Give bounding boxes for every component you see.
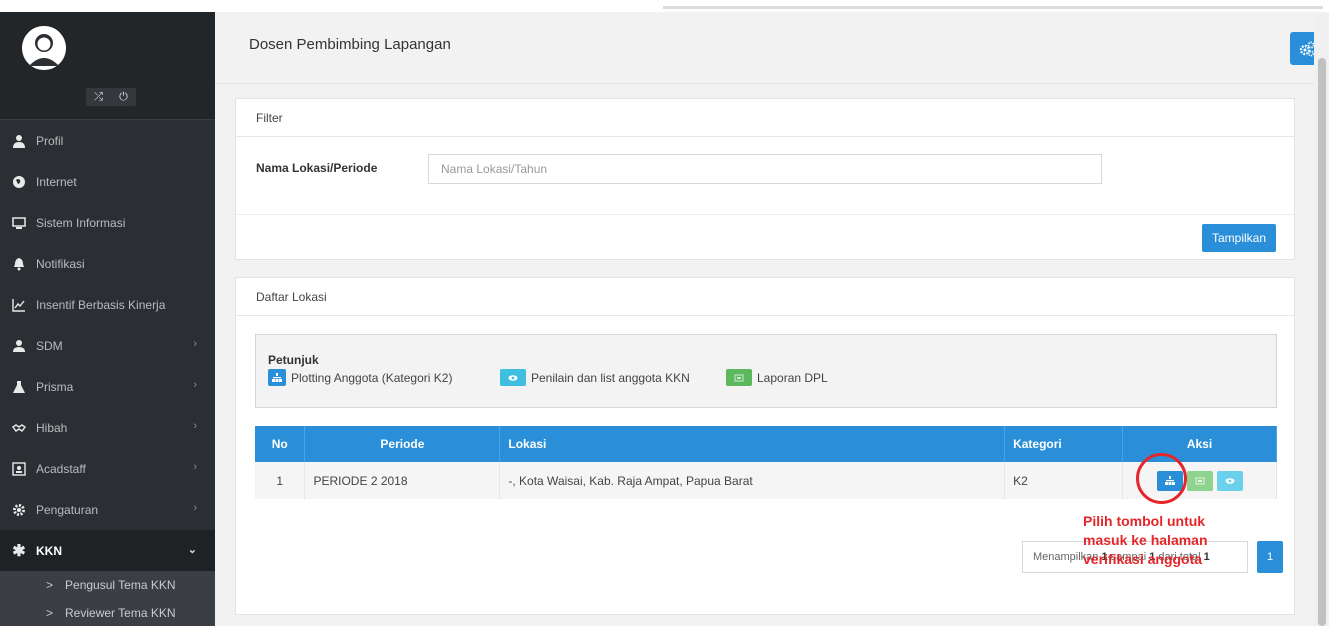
sidebar-subitem-pengusul[interactable]: > Pengusul Tema KKN [0, 571, 215, 599]
page-title: Dosen Pembimbing Lapangan [249, 36, 451, 53]
chevron-right-icon: › [193, 502, 197, 514]
user-icon [10, 337, 28, 355]
sidebar-item-label: Pengaturan [36, 502, 99, 517]
sitemap-icon [268, 369, 286, 386]
sidebar-item-label: Acadstaff [36, 461, 86, 476]
profile-tools: ⤮ ⏻ [86, 88, 136, 106]
legend-label: Laporan DPL [757, 370, 828, 385]
daftar-lokasi-title: Daftar Lokasi [236, 278, 1294, 316]
column-header-periode: Periode [304, 426, 501, 462]
laporan-dpl-button[interactable] [1186, 470, 1213, 491]
page-header: Dosen Pembimbing Lapangan [215, 12, 1324, 84]
globe-icon [10, 173, 28, 191]
sidebar-item-label: Sistem Informasi [36, 215, 126, 230]
sidebar-subitem-label: Reviewer Tema KKN [65, 606, 176, 620]
sidebar-item-kkn[interactable]: ✱ KKN ⌄ [0, 530, 215, 571]
sidebar-item-acadstaff[interactable]: Acadstaff › [0, 448, 215, 489]
angle-right-icon: > [46, 606, 54, 620]
line-chart-icon [10, 296, 28, 314]
chevron-right-icon: › [193, 379, 197, 391]
sidebar-item-pengaturan[interactable]: Pengaturan › [0, 489, 215, 530]
filter-panel: Filter Nama Lokasi/Periode Tampilkan [235, 98, 1295, 260]
legend-laporan: Laporan DPL [726, 369, 828, 386]
page-button[interactable]: 1 [1257, 541, 1283, 573]
user-avatar-icon [22, 26, 66, 70]
report-icon [726, 369, 752, 386]
bell-icon [10, 255, 28, 273]
nama-lokasi-input[interactable] [428, 154, 1102, 184]
chevron-right-icon: › [193, 461, 197, 473]
chevron-right-icon: › [193, 338, 197, 350]
cell-no: 1 [255, 462, 306, 499]
highlight-circle [1136, 453, 1187, 504]
sidebar-item-internet[interactable]: Internet [0, 161, 215, 202]
top-progress-line [663, 6, 1323, 9]
avatar[interactable] [22, 26, 66, 70]
asterisk-icon: ✱ [12, 542, 26, 560]
sidebar-item-sistem-informasi[interactable]: Sistem Informasi [0, 202, 215, 243]
chevron-down-icon: ⌄ [187, 544, 197, 556]
sidebar-item-sdm[interactable]: SDM › [0, 325, 215, 366]
sidebar-item-label: KKN [36, 543, 62, 558]
lokasi-table: No Periode Lokasi Kategori Aksi 1 PERIOD… [255, 426, 1277, 499]
column-header-no: No [255, 426, 306, 462]
sidebar-item-label: Internet [36, 174, 77, 189]
petunjuk-box: Petunjuk Plotting Anggota (Kategori K2) … [255, 334, 1277, 408]
sidebar-item-insentif[interactable]: Insentif Berbasis Kinerja [0, 284, 215, 325]
desktop-icon [10, 214, 28, 232]
sidebar-item-notifikasi[interactable]: Notifikasi [0, 243, 215, 284]
shuffle-icon[interactable]: ⤮ [94, 91, 103, 104]
divider [236, 214, 1294, 215]
id-card-icon [10, 460, 28, 478]
legend-label: Plotting Anggota (Kategori K2) [291, 370, 453, 385]
tampilkan-button[interactable]: Tampilkan [1201, 224, 1276, 252]
eye-icon [500, 369, 526, 386]
column-header-kategori: Kategori [1004, 426, 1124, 462]
sidebar-item-prisma[interactable]: Prisma › [0, 366, 215, 407]
power-icon[interactable]: ⏻ [119, 91, 128, 104]
sidebar-menu: Profil Internet Sistem Informasi Notifik… [0, 120, 215, 626]
filter-panel-title: Filter [236, 99, 1294, 137]
chevron-right-icon: › [193, 420, 197, 432]
legend-penilaian: Penilain dan list anggota KKN [500, 369, 690, 386]
sidebar-subitem-reviewer[interactable]: > Reviewer Tema KKN [0, 599, 215, 626]
kkn-submenu: > Pengusul Tema KKN > Reviewer Tema KKN [0, 571, 215, 626]
legend-plotting: Plotting Anggota (Kategori K2) [268, 369, 452, 386]
filter-label: Nama Lokasi/Periode [256, 161, 378, 175]
sidebar-item-profil[interactable]: Profil [0, 120, 215, 161]
sidebar-profile: ⤮ ⏻ [0, 12, 215, 120]
report-icon [1195, 477, 1204, 484]
sidebar-item-label: Profil [36, 133, 64, 148]
legend-label: Penilain dan list anggota KKN [531, 370, 690, 385]
table-row: 1 PERIODE 2 2018 -, Kota Waisai, Kab. Ra… [255, 462, 1277, 499]
sidebar-item-hibah[interactable]: Hibah › [0, 407, 215, 448]
scrollbar-thumb[interactable] [1318, 58, 1326, 626]
penilaian-button[interactable] [1216, 470, 1243, 491]
user-tie-icon [10, 132, 28, 150]
handshake-icon [10, 419, 28, 437]
sidebar-item-label: SDM [36, 338, 63, 353]
cell-kategori: K2 [1004, 462, 1124, 499]
sidebar: ⤮ ⏻ Profil Internet Sistem Informasi Not… [0, 0, 215, 626]
sidebar-item-label: Insentif Berbasis Kinerja [36, 297, 166, 312]
eye-icon [1225, 477, 1234, 484]
petunjuk-title: Petunjuk [268, 353, 319, 367]
sidebar-item-label: Prisma [36, 379, 74, 394]
flask-icon [10, 378, 28, 396]
sidebar-item-label: Hibah [36, 420, 68, 435]
top-strip [0, 0, 1329, 12]
angle-right-icon: > [46, 578, 54, 592]
sidebar-item-label: Notifikasi [36, 256, 85, 271]
sidebar-subitem-label: Pengusul Tema KKN [65, 578, 176, 592]
annotation-text: Pilih tombol untuk masuk ke halaman veri… [1083, 513, 1208, 567]
column-header-aksi: Aksi [1122, 426, 1277, 462]
cell-periode: PERIODE 2 2018 [304, 462, 501, 499]
cell-lokasi: -, Kota Waisai, Kab. Raja Ampat, Papua B… [499, 462, 1006, 499]
cog-icon [10, 501, 28, 519]
column-header-lokasi: Lokasi [499, 426, 1006, 462]
